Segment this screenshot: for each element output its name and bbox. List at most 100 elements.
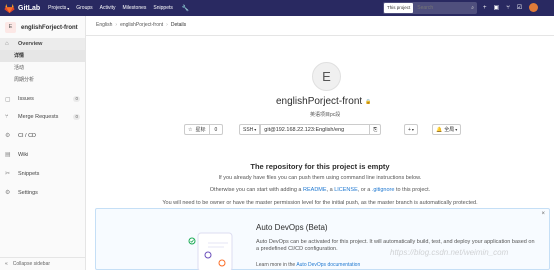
search-scope-badge[interactable]: This project — [384, 3, 414, 13]
bell-icon: 🔔 — [436, 126, 443, 133]
collapse-sidebar-button[interactable]: « Collapse sidebar — [0, 257, 86, 270]
chevron-down-icon: ▾ — [455, 127, 458, 132]
sidebar-item-overview[interactable]: ⌂ Overview — [0, 38, 85, 50]
sidebar-item-merge-requests[interactable]: ⑂ Merge Requests 0 — [0, 108, 85, 126]
book-icon: ▤ — [5, 152, 11, 158]
sidebar-item-snippets[interactable]: ✂ Snippets — [0, 164, 85, 183]
sidebar-item-label: Issues — [18, 96, 34, 102]
sidebar-item-label: Settings — [18, 189, 38, 196]
readme-link[interactable]: README — [303, 187, 327, 193]
merge-request-icon[interactable]: ⑂ — [506, 5, 510, 11]
auto-devops-title: Auto DevOps (Beta) — [256, 223, 328, 232]
gear-icon: ⚙ — [5, 190, 11, 196]
breadcrumb-project[interactable]: englishPorject-front — [120, 22, 163, 28]
line2-suffix: to this project. — [394, 187, 431, 193]
rocket-icon: ⚙ — [5, 133, 11, 139]
breadcrumb-current[interactable]: Details — [171, 22, 186, 28]
star-count[interactable]: 0 — [209, 124, 224, 135]
issues-count-badge: 0 — [73, 96, 80, 102]
scissors-icon: ✂ — [5, 171, 11, 177]
plus-icon[interactable]: + — [483, 5, 487, 11]
nav-groups[interactable]: Groups — [76, 5, 92, 11]
auto-devops-callout: × Auto DevOps (Beta) Auto DevOps can be … — [95, 208, 550, 270]
sidebar-project-header[interactable]: E englishForject-front — [0, 17, 85, 38]
add-dropdown-group: + ▾ — [404, 124, 418, 135]
add-label: + — [408, 126, 411, 133]
star-button[interactable]: ☆ 星标 — [184, 124, 210, 135]
empty-repo-line1: If you already have files you can push t… — [218, 175, 422, 181]
sidebar: E englishForject-front ⌂ Overview 详情 活动 … — [0, 16, 86, 270]
protocol-label: SSH — [243, 126, 254, 133]
merge-request-icon: ⑂ — [5, 114, 9, 120]
auto-devops-docs-link[interactable]: Auto DevOps documentation — [296, 262, 360, 268]
empty-repo-title: The repository for this project is empty — [250, 162, 390, 171]
learn-more-prefix: Learn more in the — [256, 262, 297, 268]
issues-icon: ▢ — [5, 96, 11, 103]
top-navbar: GitLab Projects ▾ Groups Activity Milesto… — [0, 0, 554, 16]
search-box[interactable]: This project ⌕ — [383, 2, 477, 14]
gitlab-logo[interactable]: GitLab — [4, 3, 48, 14]
watermark: https://blog.csdn.net/weimin_com — [390, 248, 509, 257]
todo-icon[interactable]: ☑ — [517, 4, 522, 11]
close-icon[interactable]: × — [541, 211, 545, 217]
breadcrumb-separator-icon: › — [115, 22, 118, 28]
copy-url-button[interactable]: ⎘ — [370, 124, 382, 135]
nav-snippets[interactable]: Snippets — [153, 5, 172, 11]
issues-icon[interactable]: ▣ — [494, 4, 500, 11]
admin-wrench-icon[interactable]: 🔧 — [182, 5, 189, 12]
home-icon: ⌂ — [5, 41, 9, 47]
gitlab-fox-icon — [4, 3, 15, 13]
sidebar-item-label: Merge Requests — [18, 114, 59, 120]
sidebar-item-issues[interactable]: ▢ Issues 0 — [0, 90, 85, 108]
line2-sep2: , or a — [357, 187, 372, 193]
chevron-down-icon: ▾ — [411, 127, 414, 132]
star-icon: ☆ — [188, 126, 193, 133]
page-title: englishPorject-front — [276, 96, 363, 107]
nav-activity[interactable]: Activity — [100, 5, 116, 11]
notification-group: 🔔 全局 ▾ — [432, 124, 462, 135]
sidebar-item-label: Overview — [18, 41, 43, 47]
sidebar-project-name: englishForject-front — [21, 24, 78, 31]
nav-milestones[interactable]: Milestones — [123, 5, 147, 11]
chevron-down-icon: ▾ — [254, 127, 257, 132]
project-description: 英语项目pc段 — [310, 112, 341, 118]
add-dropdown-button[interactable]: + ▾ — [404, 124, 418, 135]
brand-name: GitLab — [18, 4, 41, 12]
sidebar-item-label: Snippets — [18, 170, 40, 177]
license-link[interactable]: LICENSE — [334, 187, 358, 193]
protocol-dropdown[interactable]: SSH ▾ — [239, 124, 261, 135]
nav-projects-label: Projects — [48, 5, 67, 11]
sidebar-subitem-activity[interactable]: 活动 — [0, 62, 85, 74]
lock-icon: 🔒 — [365, 98, 372, 105]
sidebar-item-label: Wiki — [18, 151, 29, 158]
user-avatar[interactable] — [529, 3, 539, 12]
main-content: English › englishPorject-front › Details… — [86, 16, 554, 270]
double-chevron-left-icon: « — [5, 261, 8, 267]
sidebar-subitem-details[interactable]: 详情 — [0, 50, 85, 62]
search-input[interactable] — [417, 5, 458, 11]
notification-label: 全局 — [444, 127, 455, 133]
clone-group: SSH ▾ ⎘ — [239, 124, 382, 135]
empty-repo-line3: You will need to be owner or have the ma… — [162, 200, 478, 206]
clipboard-icon: ⎘ — [373, 126, 378, 133]
chevron-down-icon: ▾ — [67, 5, 70, 11]
breadcrumb-separator-icon: › — [166, 22, 168, 28]
nav-projects[interactable]: Projects ▾ — [48, 5, 69, 11]
empty-repo-line2: Otherwise you can start with adding a RE… — [86, 187, 554, 193]
sidebar-item-settings[interactable]: ⚙ Settings — [0, 183, 85, 202]
collapse-sidebar-label: Collapse sidebar — [12, 261, 51, 267]
gitignore-link[interactable]: .gitignore — [372, 187, 395, 193]
notification-dropdown[interactable]: 🔔 全局 ▾ — [432, 124, 462, 135]
sidebar-item-label: CI / CD — [18, 132, 37, 139]
sidebar-item-wiki[interactable]: ▤ Wiki — [0, 145, 85, 164]
line2-prefix: Otherwise you can start with adding a — [209, 187, 304, 193]
sidebar-subitem-cycle-analytics[interactable]: 周期分析 — [0, 74, 85, 86]
auto-devops-learn-more: Learn more in the Auto DevOps documentat… — [256, 262, 360, 268]
breadcrumb: English › englishPorject-front › Details — [96, 22, 186, 28]
sidebar-item-ci-cd[interactable]: ⚙ CI / CD — [0, 126, 85, 145]
star-group: ☆ 星标 0 — [184, 124, 224, 135]
project-avatar: E — [5, 22, 16, 33]
breadcrumb-group[interactable]: English — [96, 22, 112, 28]
clone-url-field[interactable] — [260, 124, 371, 135]
star-label: 星标 — [195, 127, 206, 133]
